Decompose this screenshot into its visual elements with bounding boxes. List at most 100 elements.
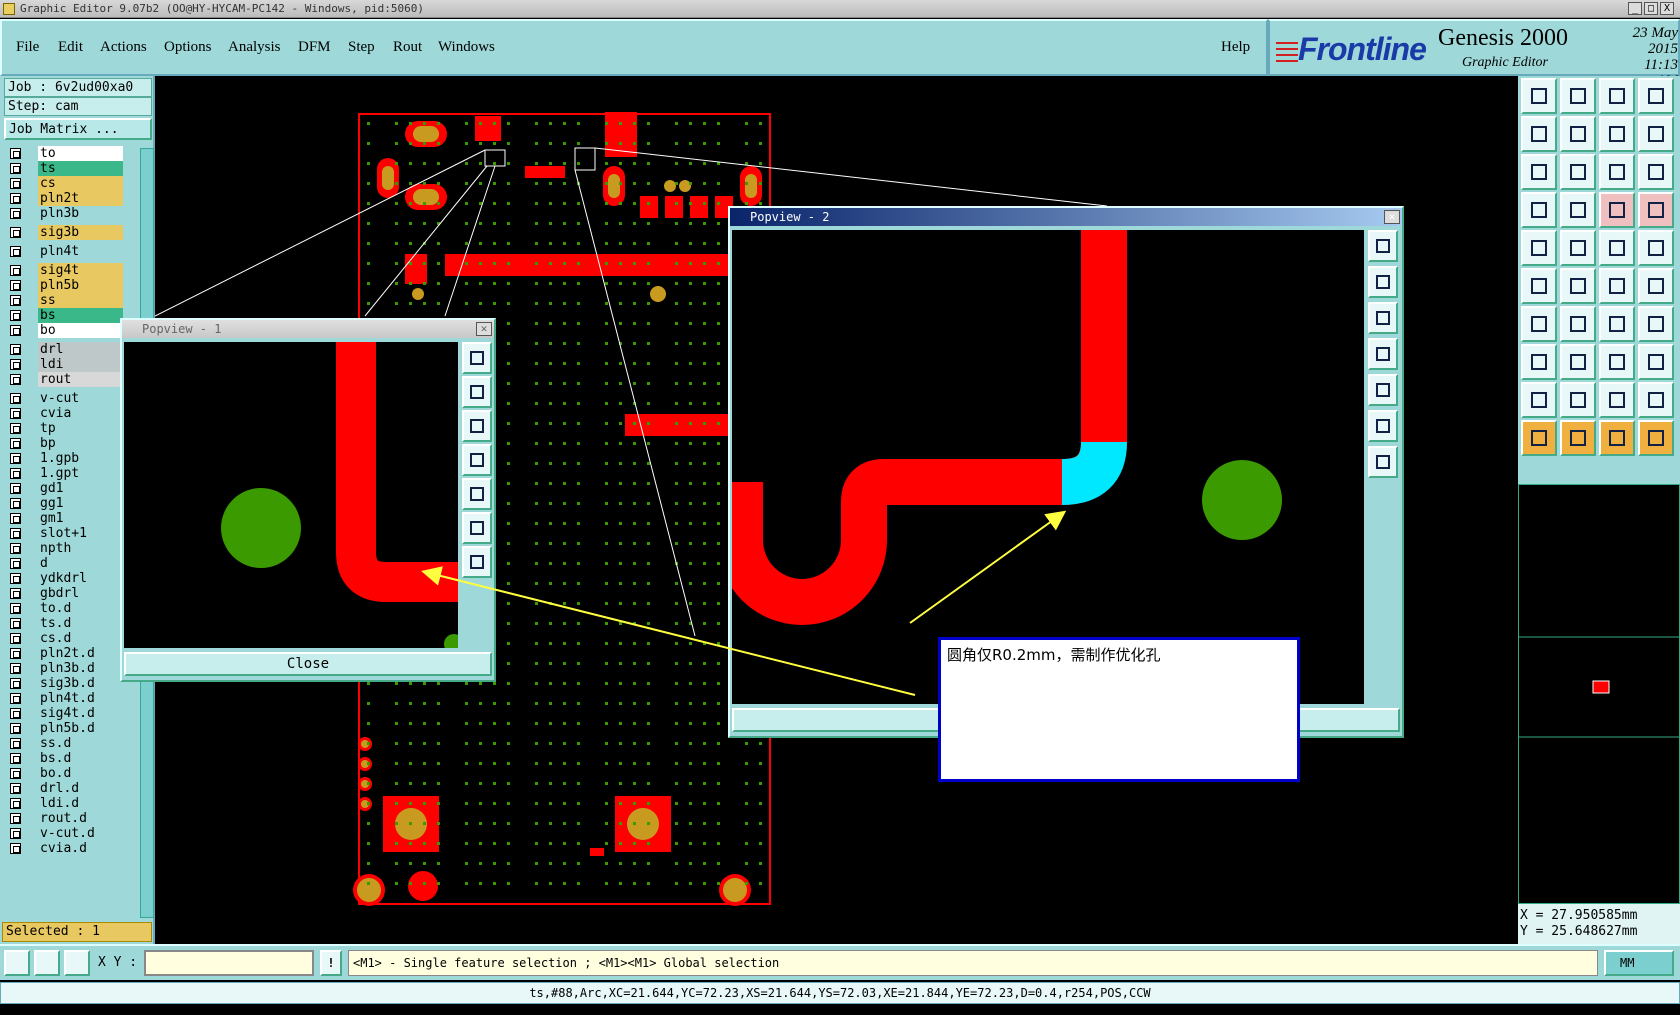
layer-row-ydkdrl[interactable]: ydkdrl (8, 571, 123, 586)
tool-button-1-2-icon[interactable] (1599, 116, 1635, 152)
layer-checkbox[interactable] (10, 573, 21, 584)
layer-checkbox[interactable] (10, 423, 21, 434)
tool-button-3-1-icon[interactable] (1560, 192, 1596, 228)
layer-row-pln5b.d[interactable]: pln5b.d (8, 721, 123, 736)
tool-button-1-0-icon[interactable] (1521, 116, 1557, 152)
tool-button-7-2-icon[interactable] (1599, 344, 1635, 380)
layer-row-sig4t.d[interactable]: sig4t.d (8, 706, 123, 721)
popview-2-pan-down-button[interactable] (1368, 302, 1398, 334)
layer-row-pln3b[interactable]: pln3b (8, 206, 123, 221)
layer-checkbox[interactable] (10, 708, 21, 719)
layer-row-1.gpt[interactable]: 1.gpt (8, 466, 123, 481)
menu-actions[interactable]: Actions (100, 39, 147, 56)
popview-1-pan-down-button[interactable] (462, 410, 492, 442)
menu-edit[interactable]: Edit (58, 39, 83, 56)
layer-row-1.gpb[interactable]: 1.gpb (8, 451, 123, 466)
tool-button-1-3-icon[interactable] (1638, 116, 1674, 152)
tool-button-4-0-icon[interactable] (1521, 230, 1557, 266)
close-window-button[interactable]: X (1660, 2, 1674, 15)
layer-row-gbdrl[interactable]: gbdrl (8, 586, 123, 601)
layer-checkbox[interactable] (10, 193, 21, 204)
layer-row-cvia.d[interactable]: cvia.d (8, 841, 123, 856)
tool-button-8-2-icon[interactable] (1599, 382, 1635, 418)
menu-windows[interactable]: Windows (438, 39, 495, 56)
layer-row-bo[interactable]: bo (8, 323, 123, 338)
popview-1-close-button[interactable]: Close (124, 652, 492, 676)
tool-button-4-2-icon[interactable] (1599, 230, 1635, 266)
tool-button-7-3-icon[interactable] (1638, 344, 1674, 380)
layer-checkbox[interactable] (10, 310, 21, 321)
tool-button-6-2-icon[interactable] (1599, 306, 1635, 342)
angle-tool-icon[interactable] (34, 950, 60, 976)
layer-row-sig3b[interactable]: sig3b (8, 225, 123, 240)
layer-row-d[interactable]: d (8, 556, 123, 571)
layer-row-ts[interactable]: ts (8, 161, 123, 176)
popview-2-zoom-fit-button[interactable] (1368, 230, 1398, 262)
layer-row-drl.d[interactable]: drl.d (8, 781, 123, 796)
layer-row-bs[interactable]: bs (8, 308, 123, 323)
tool-button-4-1-icon[interactable] (1560, 230, 1596, 266)
tool-button-6-3-icon[interactable] (1638, 306, 1674, 342)
minimap[interactable] (1518, 484, 1680, 904)
layer-row-bo.d[interactable]: bo.d (8, 766, 123, 781)
layer-checkbox[interactable] (10, 227, 21, 238)
popview-2-pan-right-button[interactable] (1368, 374, 1398, 406)
tool-button-7-1-icon[interactable] (1560, 344, 1596, 380)
layer-checkbox[interactable] (10, 325, 21, 336)
menu-rout[interactable]: Rout (393, 39, 422, 56)
layer-row-npth[interactable]: npth (8, 541, 123, 556)
menu-dfm[interactable]: DFM (298, 39, 331, 56)
popview-1-pan-right-button[interactable] (462, 478, 492, 510)
layer-row-pln2t[interactable]: pln2t (8, 191, 123, 206)
layer-checkbox[interactable] (10, 813, 21, 824)
layer-row-pln3b.d[interactable]: pln3b.d (8, 661, 123, 676)
layer-checkbox[interactable] (10, 723, 21, 734)
popview-1-close-icon[interactable]: ✕ (476, 322, 492, 336)
layer-row-gm1[interactable]: gm1 (8, 511, 123, 526)
menu-file[interactable]: File (16, 39, 39, 56)
tool-button-1-1-icon[interactable] (1560, 116, 1596, 152)
tool-button-0-2-icon[interactable] (1599, 78, 1635, 114)
tool-button-5-1-icon[interactable] (1560, 268, 1596, 304)
popview-2-canvas[interactable] (732, 230, 1364, 704)
layer-checkbox[interactable] (10, 558, 21, 569)
xy-input[interactable] (144, 950, 314, 976)
layer-checkbox[interactable] (10, 178, 21, 189)
layer-row-ldi.d[interactable]: ldi.d (8, 796, 123, 811)
layer-checkbox[interactable] (10, 678, 21, 689)
popview-1-zoom-fit-button[interactable] (462, 342, 492, 374)
layer-checkbox[interactable] (10, 374, 21, 385)
layer-row-cs[interactable]: cs (8, 176, 123, 191)
layer-checkbox[interactable] (10, 359, 21, 370)
layer-row-v-cut[interactable]: v-cut (8, 391, 123, 406)
menu-help[interactable]: Help (1221, 39, 1250, 56)
popview-2-zoom-in-button[interactable] (1368, 410, 1398, 442)
layer-row-cvia[interactable]: cvia (8, 406, 123, 421)
tool-button-2-3-icon[interactable] (1638, 154, 1674, 190)
layer-checkbox[interactable] (10, 453, 21, 464)
layer-checkbox[interactable] (10, 344, 21, 355)
layer-row-pln2t.d[interactable]: pln2t.d (8, 646, 123, 661)
layer-checkbox[interactable] (10, 513, 21, 524)
layer-checkbox[interactable] (10, 408, 21, 419)
measure-tool-icon[interactable] (4, 950, 30, 976)
layer-row-pln4t.d[interactable]: pln4t.d (8, 691, 123, 706)
layer-checkbox[interactable] (10, 828, 21, 839)
layer-row-sig4t[interactable]: sig4t (8, 263, 123, 278)
tool-button-5-0-icon[interactable] (1521, 268, 1557, 304)
layer-checkbox[interactable] (10, 438, 21, 449)
layer-row-rout[interactable]: rout (8, 372, 123, 387)
layer-checkbox[interactable] (10, 663, 21, 674)
layer-checkbox[interactable] (10, 295, 21, 306)
layer-row-v-cut.d[interactable]: v-cut.d (8, 826, 123, 841)
layer-checkbox[interactable] (10, 603, 21, 614)
layer-checkbox[interactable] (10, 265, 21, 276)
menu-analysis[interactable]: Analysis (228, 39, 281, 56)
popview-2-pan-left-button[interactable] (1368, 338, 1398, 370)
layer-row-bp[interactable]: bp (8, 436, 123, 451)
tool-button-9-2-icon[interactable] (1599, 420, 1635, 456)
layer-checkbox[interactable] (10, 498, 21, 509)
tool-button-3-3-icon[interactable] (1638, 192, 1674, 228)
layer-row-gg1[interactable]: gg1 (8, 496, 123, 511)
tool-button-2-1-icon[interactable] (1560, 154, 1596, 190)
